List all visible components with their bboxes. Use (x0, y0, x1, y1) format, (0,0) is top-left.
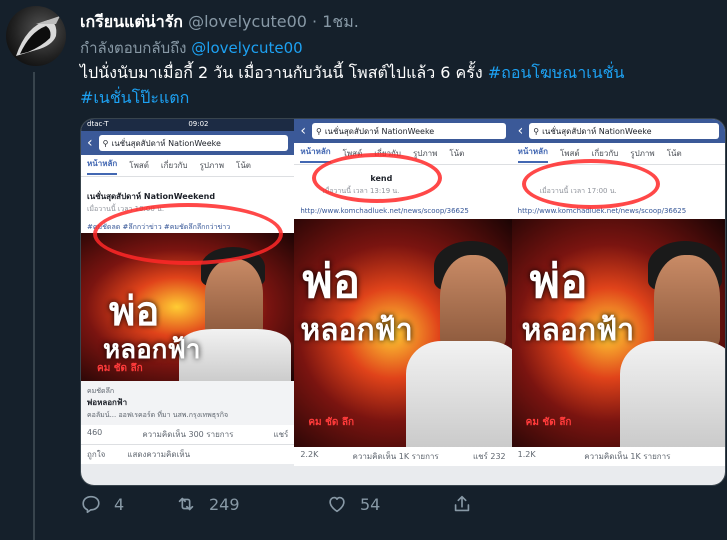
reply-icon (82, 495, 100, 514)
comment-count: ความคิดเห็น 300 รายการ (142, 430, 234, 439)
poster-headline-line-2: หลอกฟ้า (300, 313, 413, 348)
share-label: แชร์ (273, 430, 289, 439)
phone-status-bar: dtac-T 09:02 (81, 119, 295, 131)
tab-notes: โน้ต (236, 161, 251, 170)
reaction-count: 2.2K (300, 450, 319, 459)
facebook-search-box: ⚲ เนชั่นสุดสัปดาห์ NationWeeke (98, 135, 289, 151)
comment-count: ความคิดเห็น 1K รายการ (352, 452, 439, 461)
back-arrow-icon: ‹ (300, 123, 306, 139)
tab-about: เกี่ยวกับ (160, 161, 188, 170)
link-source: คมชัดลึก (87, 387, 115, 395)
poster-brand: คม ชัด ลึก (97, 363, 143, 374)
search-icon: ⚲ (533, 126, 540, 136)
reaction-count: 1.2K (517, 450, 536, 459)
search-text: เนชั่นสุดสัปดาห์ NationWeeke (324, 126, 435, 136)
red-annotation-circle (521, 159, 660, 209)
status-time: 09:02 (188, 120, 209, 128)
retweet-icon (178, 497, 194, 511)
page-name: เนชั่นสุดสัปดาห์ NationWeekend (87, 192, 216, 201)
display-name[interactable]: เกรียนแต่น่ารัก (80, 12, 183, 31)
heart-icon (329, 496, 345, 513)
tab-home: หน้าหลัก (300, 145, 331, 163)
search-icon: ⚲ (102, 138, 109, 148)
post-url: http://www.komchadluek.net/news/scoop/36… (300, 207, 469, 215)
tab-posts: โพสต์ (559, 149, 580, 158)
facebook-nav-bar: ‹ ⚲ เนชั่นสุดสัปดาห์ NationWeeke (511, 119, 725, 143)
tab-posts: โพสต์ (129, 161, 149, 170)
avatar-image (16, 16, 60, 56)
back-arrow-icon: ‹ (517, 123, 524, 139)
red-annotation-circle (93, 203, 283, 265)
reaction-count: 460 (87, 428, 103, 437)
tab-notes: โน้ต (449, 149, 465, 158)
separator-dot: · (312, 12, 318, 31)
avatar[interactable] (6, 6, 66, 66)
facebook-search-box: ⚲ เนชั่นสุดสัปดาห์ NationWeeke (311, 123, 506, 139)
screenshot-panel-3: ‹ ⚲ เนชั่นสุดสัปดาห์ NationWeeke หน้าหลั… (511, 119, 725, 485)
retweet-count: 249 (209, 494, 240, 514)
search-text: เนชั่นสุดสัปดาห์ NationWeeke (111, 138, 221, 148)
share-icon (454, 495, 470, 512)
poster-brand: คม ชัด ลึก (525, 417, 572, 428)
poster-headline-line-2: หลอกฟ้า (521, 313, 635, 348)
tweet-media-image[interactable]: dtac-T 09:02 ‹ ⚲ เนชั่นสุดสัปดาห์ Nation… (80, 118, 726, 486)
tweet-header: เกรียนแต่น่ารัก @lovelycute00 · 1ชม. (80, 10, 359, 35)
tab-home: หน้าหลัก (517, 145, 548, 163)
reaction-summary: 460 ความคิดเห็น 300 รายการ แชร์ (81, 425, 295, 444)
reply-count: 4 (114, 494, 125, 514)
man-portrait (653, 255, 720, 347)
like-count: 54 (360, 494, 381, 514)
man-portrait (205, 259, 263, 335)
retweet-button[interactable]: 249 (175, 493, 240, 515)
hashtag-link[interactable]: #เนชั่นโป๊ะแตก (80, 88, 189, 107)
user-handle[interactable]: @lovelycute00 (188, 12, 307, 31)
facebook-nav-bar: ‹ ⚲ เนชั่นสุดสัปดาห์ NationWeeke (294, 119, 512, 143)
like-label: ถูกใจ (87, 450, 106, 459)
like-button[interactable]: 54 (326, 493, 380, 515)
tab-home: หน้าหลัก (87, 157, 118, 175)
comment-label: แสดงความคิดเห็น (127, 450, 191, 459)
tab-about: เกี่ยวกับ (591, 149, 619, 158)
reaction-summary: 1.2K ความคิดเห็น 1K รายการ (511, 447, 725, 466)
back-arrow-icon: ‹ (87, 135, 93, 151)
screenshot-panel-2: ‹ ⚲ เนชั่นสุดสัปดาห์ NationWeeke หน้าหลั… (294, 119, 512, 485)
hashtag-link[interactable]: #ถอนโฆษณาเนชั่น (488, 63, 625, 82)
share-label: แชร์ 232 (472, 452, 506, 461)
search-text: เนชั่นสุดสัปดาห์ NationWeeke (542, 126, 652, 136)
tab-notes: โน้ต (666, 149, 682, 158)
replying-to-label: กำลังตอบกลับถึง (80, 39, 187, 57)
carrier-label: dtac-T (87, 120, 109, 128)
reaction-summary: 2.2K ความคิดเห็น 1K รายการ แชร์ 232 (294, 447, 512, 466)
replying-to-mention[interactable]: @lovelycute00 (191, 39, 302, 57)
thread-connector-line (33, 72, 35, 540)
screenshot-panel-1: dtac-T 09:02 ‹ ⚲ เนชั่นสุดสัปดาห์ Nation… (81, 119, 295, 485)
search-icon: ⚲ (315, 126, 322, 136)
replying-to-line: กำลังตอบกลับถึง @lovelycute00 (80, 36, 303, 60)
poster-brand: คม ชัด ลึก (308, 417, 355, 428)
tweet-body: ไปนั่งนับมาเมื่อกี้ 2 วัน เมื่อวานกับวัน… (80, 63, 483, 82)
tab-photos: รูปภาพ (630, 149, 655, 158)
link-subtitle: คอลัมน์... ออฟเรคอร์ด ที่มา นสพ.กรุงเทพธ… (87, 411, 229, 419)
poster-image: พ่อ หลอกฟ้า คม ชัด ลึก (294, 219, 512, 447)
tab-photos: รูปภาพ (199, 161, 225, 170)
man-portrait (440, 255, 507, 347)
fb-action-row: ถูกใจ แสดงความคิดเห็น (81, 444, 295, 464)
link-preview: คมชัดลึก พ่อหลอกฟ้า คอลัมน์... ออฟเรคอร์… (81, 381, 295, 425)
facebook-search-box: ⚲ เนชั่นสุดสัปดาห์ NationWeeke (529, 123, 720, 139)
red-annotation-circle (312, 153, 443, 203)
poster-image: พ่อ หลอกฟ้า คม ชัด ลึก (511, 219, 725, 447)
comment-count: ความคิดเห็น 1K รายการ (584, 452, 671, 461)
facebook-page-tabs: หน้าหลัก โพสต์ เกี่ยวกับ รูปภาพ โน้ต (81, 155, 295, 177)
tweet-timestamp[interactable]: 1ชม. (322, 12, 359, 31)
link-title: พ่อหลอกฟ้า (87, 398, 128, 407)
facebook-nav-bar: ‹ ⚲ เนชั่นสุดสัปดาห์ NationWeeke (81, 131, 295, 155)
share-button[interactable] (451, 493, 473, 515)
reply-button[interactable]: 4 (80, 493, 124, 515)
tweet-text: ไปนั่งนับมาเมื่อกี้ 2 วัน เมื่อวานกับวัน… (80, 60, 710, 110)
